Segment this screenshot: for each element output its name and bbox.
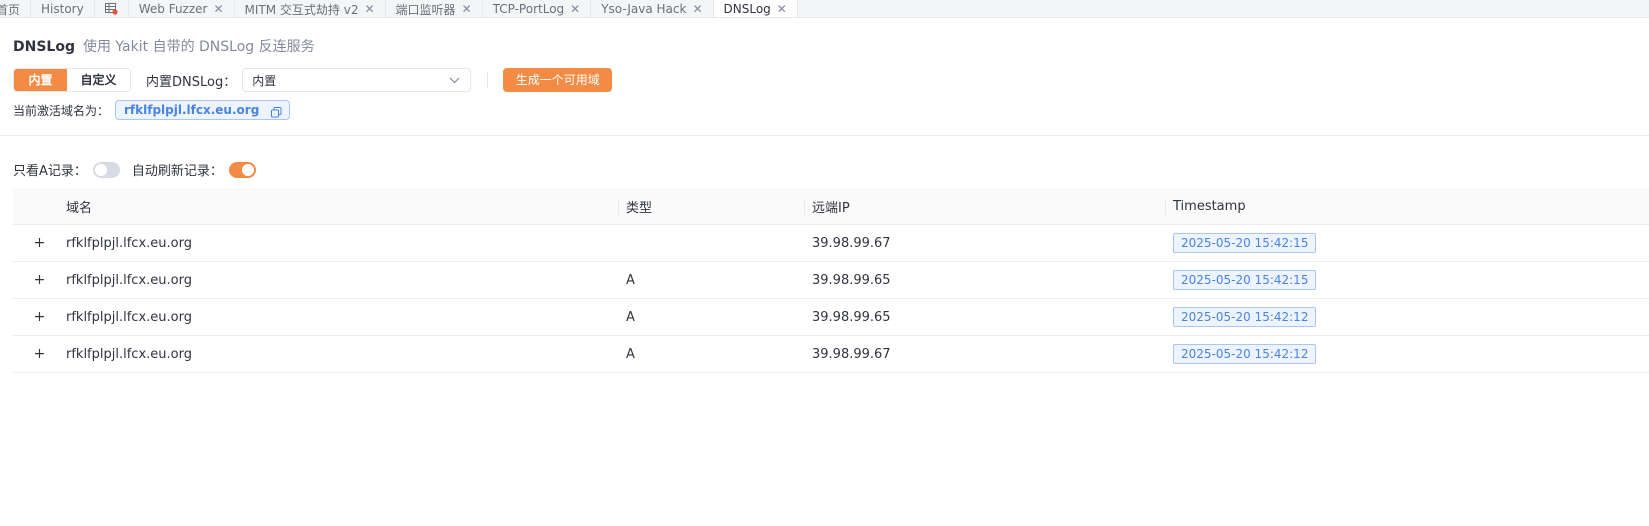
tab-label: TCP-PortLog [492,2,565,16]
cell-type [618,225,804,261]
cell-timestamp: 2025-05-20 15:42:15 [1165,262,1649,298]
cell-domain: rfklfplpjl.lfcx.eu.org [66,235,192,251]
section-divider [0,135,1649,136]
column-header-timestamp: Timestamp [1165,188,1649,224]
tab-dnslog[interactable]: DNSLog ✕ [713,0,798,17]
cell-remote-ip: 39.98.99.67 [812,235,891,251]
dnslog-select[interactable]: 内置 [242,68,472,92]
tab-history[interactable]: History [31,0,95,17]
column-header-type: 类型 [618,188,804,224]
mode-custom-button[interactable]: 自定义 [67,69,130,91]
cell-domain: rfklfplpjl.lfcx.eu.org [66,346,192,362]
dnslog-table: 域名 类型 远端IP Timestamp + rfklfplpjl.lfcx.e… [13,188,1649,373]
cell-timestamp: 2025-05-20 15:42:12 [1165,336,1649,372]
only-a-records-label: 只看A记录： [13,164,87,179]
generate-domain-button[interactable]: 生成一个可用域名 [503,68,613,111]
dnslog-select-value: 内置 [252,73,277,88]
switch-knob [241,163,254,176]
cell-remote-ip: 39.98.99.65 [812,272,891,288]
active-domain-value: rfklfplpjl.lfcx.eu.org [124,103,260,117]
cell-timestamp: 2025-05-20 15:42:15 [1165,225,1649,261]
tab-label: Yso-Java Hack [601,2,687,16]
close-icon[interactable]: ✕ [777,3,787,15]
close-icon[interactable]: ✕ [462,3,472,15]
tab-port-listener[interactable]: 端口监听器 ✕ [386,0,483,17]
expand-row-icon[interactable]: + [13,309,66,325]
active-domain-row: 当前激活域名为： rfklfplpjl.lfcx.eu.org [13,100,291,120]
only-a-records-switch[interactable] [92,161,120,178]
auto-refresh-label: 自动刷新记录： [131,164,223,179]
expand-row-icon[interactable]: + [13,235,66,251]
table-row: + rfklfplpjl.lfcx.eu.org 39.98.99.67 202… [13,225,1649,262]
cell-remote-ip: 39.98.99.67 [812,346,891,362]
tab-mitm[interactable]: MITM 交互式劫持 v2 ✕ [235,0,386,17]
close-icon[interactable]: ✕ [570,3,580,15]
cell-timestamp: 2025-05-20 15:42:12 [1165,299,1649,335]
page-title: DNSLog [13,39,75,55]
timestamp-tag: 2025-05-20 15:42:15 [1173,270,1317,290]
table-header: 域名 类型 远端IP Timestamp [13,188,1649,225]
filter-toggles: 只看A记录： 自动刷新记录： [13,160,268,179]
mode-builtin-button[interactable]: 内置 [14,69,67,91]
tab-home[interactable]: 首页 [0,0,32,17]
tab-label: History [41,2,84,16]
tab-label: Web Fuzzer [138,2,208,16]
dnslog-select-label: 内置DNSLog： [146,74,237,90]
tab-label: 首页 [0,2,21,17]
chevron-down-icon [449,73,460,87]
expand-row-icon[interactable]: + [13,272,66,288]
page-subtitle: 使用 Yakit 自带的 DNSLog 反连服务 [82,39,315,55]
close-icon[interactable]: ✕ [364,3,374,15]
cell-type: A [626,309,635,325]
cell-domain: rfklfplpjl.lfcx.eu.org [66,272,192,288]
timestamp-tag: 2025-05-20 15:42:12 [1173,307,1317,327]
tab-tcp-portlog[interactable]: TCP-PortLog ✕ [483,0,592,17]
switch-knob [94,163,107,176]
tab-label: DNSLog [723,2,771,16]
timestamp-tag: 2025-05-20 15:42:12 [1173,344,1317,364]
column-header-domain: 域名 [66,200,93,216]
timestamp-tag: 2025-05-20 15:42:15 [1173,233,1317,253]
divider [487,72,489,88]
auto-refresh-switch[interactable] [228,161,256,178]
page-header: DNSLog 使用 Yakit 自带的 DNSLog 反连服务 [13,36,315,56]
expand-row-icon[interactable]: + [13,346,66,362]
tab-bar: 首页 History Web Fuzzer ✕ MITM 交互式劫持 v2 ✕ 端口… [0,0,1649,18]
dnslog-controls: 内置 自定义 内置DNSLog： 内置 生成一个可用域名 [13,68,613,111]
active-domain-label: 当前激活域名为： [13,103,110,118]
tab-web-fuzzer[interactable]: Web Fuzzer ✕ [129,0,235,17]
close-icon[interactable]: ✕ [213,3,223,15]
mode-segmented-control: 内置 自定义 [13,68,131,92]
table-grid-icon [104,3,118,15]
cell-remote-ip: 39.98.99.65 [812,309,891,325]
tab-label: 端口监听器 [395,2,456,17]
copy-icon[interactable] [271,105,282,118]
tab-table-grid[interactable] [95,0,129,17]
cell-domain: rfklfplpjl.lfcx.eu.org [66,309,192,325]
cell-type: A [626,346,635,362]
close-icon[interactable]: ✕ [692,3,702,15]
tab-yso-java-hack[interactable]: Yso-Java Hack ✕ [591,0,714,17]
tab-label: MITM 交互式劫持 v2 [244,2,359,17]
table-row: + rfklfplpjl.lfcx.eu.org A 39.98.99.65 2… [13,262,1649,299]
column-header-remote-ip: 远端IP [804,188,1165,224]
active-domain-tag[interactable]: rfklfplpjl.lfcx.eu.org [115,100,291,120]
table-row: + rfklfplpjl.lfcx.eu.org A 39.98.99.65 2… [13,299,1649,336]
cell-type: A [626,272,635,288]
table-row: + rfklfplpjl.lfcx.eu.org A 39.98.99.67 2… [13,336,1649,373]
